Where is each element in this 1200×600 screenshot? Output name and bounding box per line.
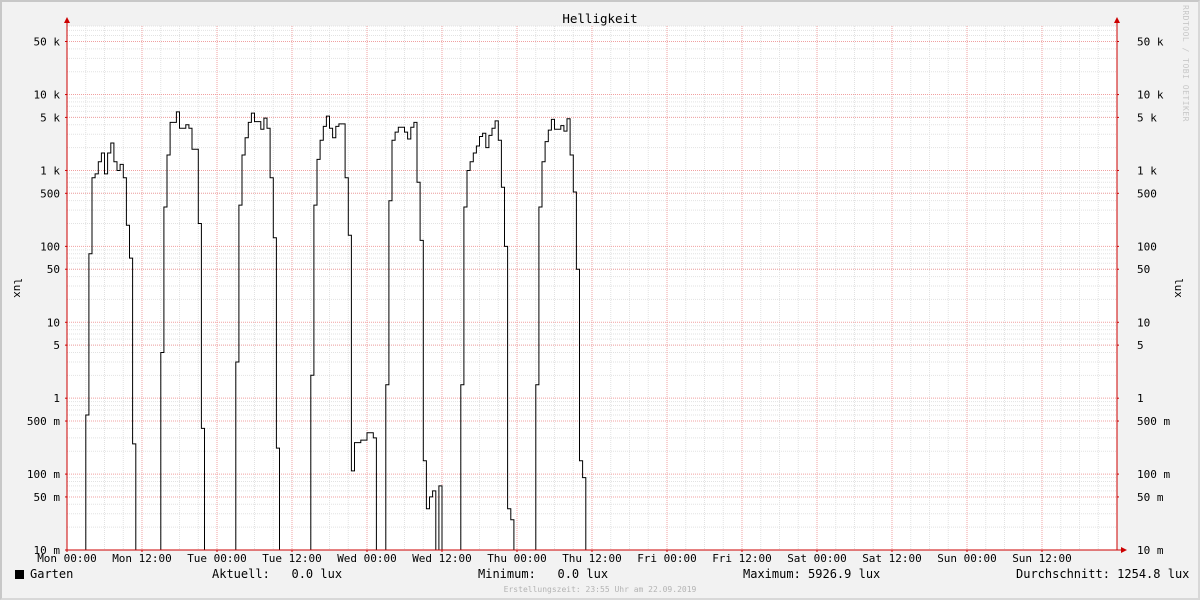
creation-timestamp: Erstellungszeit: 23:55 Uhr am 22.09.2019 <box>503 585 697 594</box>
y-tick-label-right: 50 m <box>1137 491 1164 504</box>
chart-title: Helligkeit <box>562 11 637 26</box>
y-tick-label-left: 1 <box>53 392 60 405</box>
legend-minimum-label: Minimum: <box>478 567 536 581</box>
legend-current-value: 0.0 lux <box>291 567 343 581</box>
x-tick-labels: Mon 00:00 Mon 12:00 Tue 00:00 Tue 12:00 Wed … <box>37 552 1072 565</box>
y-tick-label-left: 50 m <box>34 491 61 504</box>
y-tick-label-left: 100 m <box>27 468 60 481</box>
x-tick-label: Thu 12:00 <box>562 552 622 565</box>
rrdtool-watermark: RRDTOOL / TOBI OETIKER <box>1181 5 1190 122</box>
y-tick-label-right: 100 <box>1137 240 1157 253</box>
y-axis-arrow-left <box>64 17 70 23</box>
y-tick-label-left: 500 <box>40 187 60 200</box>
brightness-chart: 50 k 50 k 10 k 10 k 5 k 5 k 1 k 1 k 500 500 100 100… <box>11 11 1185 565</box>
y-tick-label-left: 5 k <box>40 111 60 124</box>
legend-average: Durchschnitt: 1254.8 lux <box>1016 567 1189 581</box>
y-tick-label-left: 10 k <box>34 89 61 102</box>
x-tick-label: Wed 12:00 <box>412 552 472 565</box>
y-tick-label-left: 1 k <box>40 164 60 177</box>
x-tick-label: Tue 00:00 <box>187 552 247 565</box>
legend-current-label: Aktuell: <box>212 567 270 581</box>
legend-series-name: Garten <box>30 567 74 581</box>
x-tick-label: Sun 00:00 <box>937 552 997 565</box>
y-tick-label-right: 10 k <box>1137 89 1164 102</box>
y-tick-label-left: 500 m <box>27 415 60 428</box>
y-axis-arrow-right <box>1114 17 1120 23</box>
y-tick-label-left: 100 <box>40 240 60 253</box>
y-tick-label-right: 100 m <box>1137 468 1170 481</box>
y-tick-label-right: 10 m <box>1137 544 1164 557</box>
y-tick-label-right: 1 k <box>1137 164 1157 177</box>
y-tick-label-right: 50 <box>1137 263 1150 276</box>
y-axis-label-right: lux <box>1172 278 1185 298</box>
y-axis-label-left: lux <box>11 278 24 298</box>
legend-minimum-value: 0.0 lux <box>557 567 609 581</box>
y-tick-label-right: 500 m <box>1137 415 1170 428</box>
y-tick-label-right: 500 <box>1137 187 1157 200</box>
y-tick-label-right: 50 k <box>1137 35 1164 48</box>
legend-current: Aktuell: 0.0 lux <box>212 567 342 581</box>
legend-maximum-value: 5926.9 lux <box>808 567 881 581</box>
x-tick-label: Fri 00:00 <box>637 552 697 565</box>
x-tick-label: Thu 00:00 <box>487 552 547 565</box>
x-tick-label: Wed 00:00 <box>337 552 397 565</box>
x-tick-label: Sun 12:00 <box>1012 552 1072 565</box>
y-tick-label-right: 5 <box>1137 339 1144 352</box>
y-tick-label-right: 1 <box>1137 392 1144 405</box>
y-tick-label-right: 10 <box>1137 316 1150 329</box>
legend-minimum: Minimum: 0.0 lux <box>478 567 608 581</box>
y-tick-label-left: 50 <box>47 263 60 276</box>
legend-swatch <box>15 570 24 579</box>
x-tick-label: Sat 00:00 <box>787 552 847 565</box>
y-tick-label-left: 10 <box>47 316 60 329</box>
y-tick-label-left: 5 <box>53 339 60 352</box>
legend-average-value: 1254.8 lux <box>1117 567 1190 581</box>
y-tick-label-left: 50 k <box>34 35 61 48</box>
legend-maximum: Maximum: 5926.9 lux <box>743 567 880 581</box>
x-tick-label: Tue 12:00 <box>262 552 322 565</box>
x-tick-label: Mon 00:00 <box>37 552 97 565</box>
y-tick-label-right: 5 k <box>1137 111 1157 124</box>
x-axis-arrow <box>1121 547 1127 553</box>
x-tick-label: Sat 12:00 <box>862 552 922 565</box>
x-tick-label: Mon 12:00 <box>112 552 172 565</box>
legend-average-label: Durchschnitt: <box>1016 567 1110 581</box>
legend-maximum-label: Maximum: <box>743 567 801 581</box>
x-tick-label: Fri 12:00 <box>712 552 772 565</box>
